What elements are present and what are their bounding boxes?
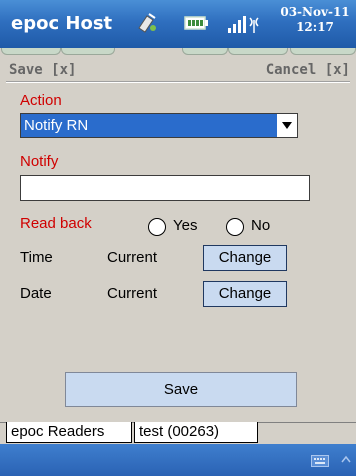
time-label: Time: [20, 249, 53, 266]
save-button[interactable]: Save: [65, 372, 297, 407]
battery-icon[interactable]: [183, 10, 209, 36]
chevron-up-icon[interactable]: [341, 455, 351, 463]
action-selected-value: Notify RN: [21, 114, 277, 137]
top-tab: [61, 48, 115, 55]
title-bar: epoc Host 03-Nov-11 12:17: [0, 0, 356, 48]
clock[interactable]: 03-Nov-11 12:17: [277, 5, 353, 35]
tab-epoc-readers[interactable]: epoc Readers: [6, 422, 132, 443]
action-label: Action: [20, 92, 62, 109]
notify-input[interactable]: [20, 175, 310, 201]
top-tab: [290, 48, 356, 55]
readback-yes-radio[interactable]: [148, 218, 166, 236]
time-value: Current: [107, 249, 158, 266]
form-panel: Save [x] Cancel [x] Action Notify RN Not…: [0, 48, 356, 422]
top-tab-strip: [0, 48, 356, 55]
time-change-button[interactable]: Change: [203, 245, 287, 271]
signal-icon[interactable]: [225, 10, 263, 36]
top-tab: [182, 48, 228, 55]
readback-no-label[interactable]: No: [251, 217, 270, 234]
notify-label: Notify: [20, 153, 59, 170]
top-tab: [228, 48, 288, 55]
menu-bar: [0, 444, 356, 476]
clock-time: 12:17: [296, 20, 334, 34]
clock-date: 03-Nov-11: [280, 5, 350, 19]
app-title: epoc Host: [11, 13, 113, 34]
action-select[interactable]: Notify RN: [20, 113, 298, 138]
date-value: Current: [107, 285, 158, 302]
sync-icon[interactable]: [133, 10, 159, 36]
cancel-softkey[interactable]: Cancel [x]: [266, 62, 350, 78]
chevron-down-icon[interactable]: [277, 114, 297, 137]
tab-test[interactable]: test (00263): [134, 422, 258, 443]
readback-no-radio[interactable]: [226, 218, 244, 236]
date-label: Date: [20, 285, 52, 302]
bottom-tab-bar: epoc Readers test (00263): [0, 422, 356, 445]
keyboard-icon[interactable]: [311, 455, 329, 467]
date-change-button[interactable]: Change: [203, 281, 287, 307]
readback-yes-label[interactable]: Yes: [173, 217, 197, 234]
top-tab: [1, 48, 61, 55]
readback-label: Read back: [20, 215, 92, 232]
save-softkey[interactable]: Save [x]: [9, 62, 76, 78]
divider: [6, 81, 350, 83]
